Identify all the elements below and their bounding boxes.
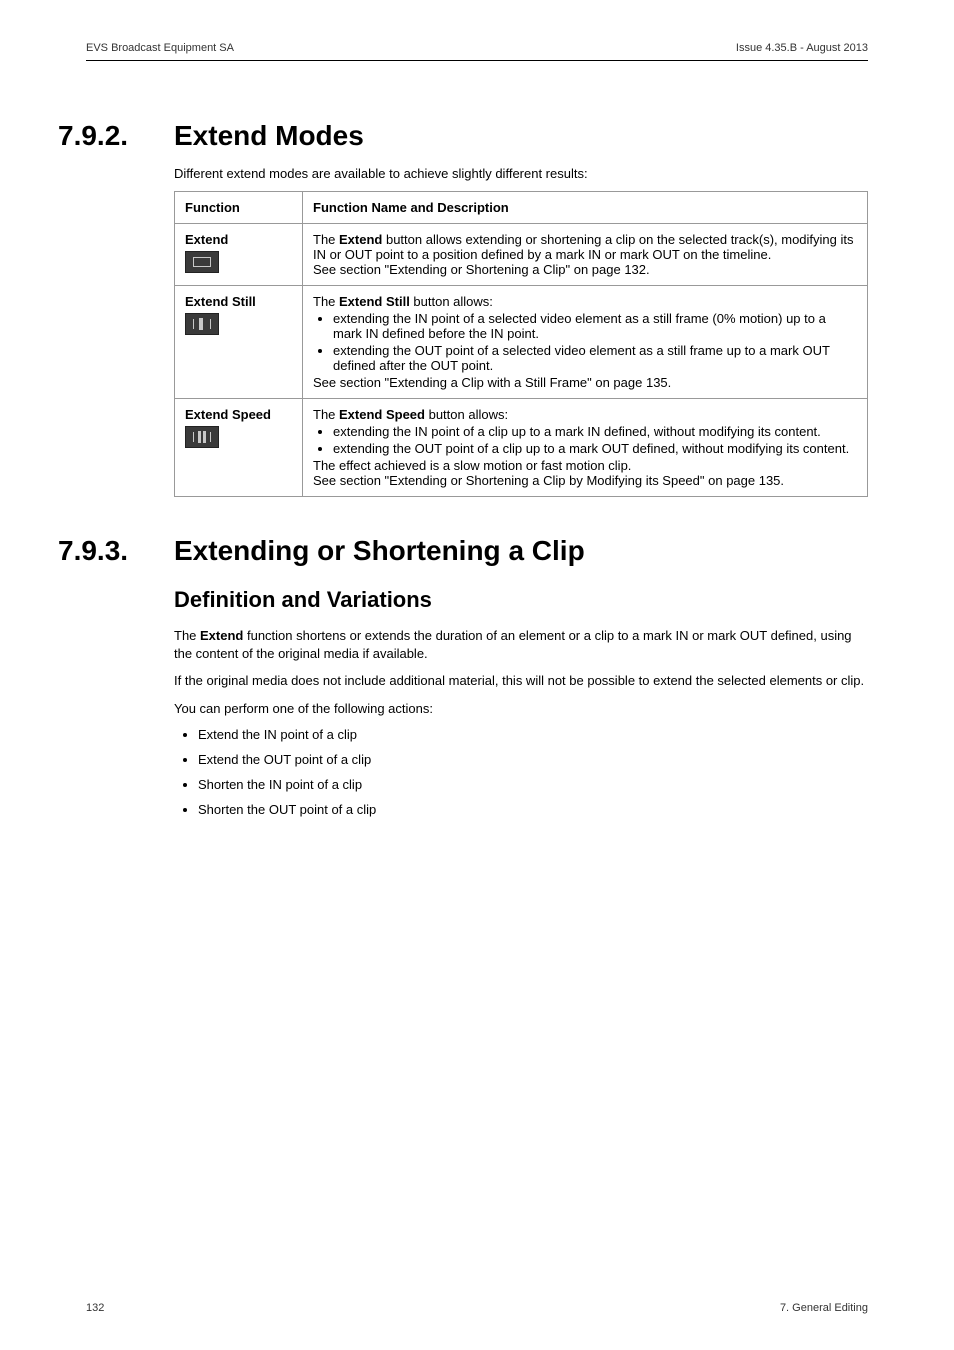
func-label-extend-still: Extend Still — [185, 294, 292, 309]
section-number: 7.9.3. — [58, 535, 174, 567]
footer-chapter: 7. General Editing — [780, 1302, 868, 1314]
paragraph: You can perform one of the following act… — [174, 700, 868, 718]
actions-list: Extend the IN point of a clip Extend the… — [174, 727, 868, 817]
th-description: Function Name and Description — [303, 192, 868, 224]
list-item: extending the IN point of a selected vid… — [333, 311, 857, 341]
func-desc-extend-still: The Extend Still button allows: extendin… — [303, 286, 868, 399]
table-row: Extend Speed The Extend Speed button all… — [175, 399, 868, 497]
header-rule — [86, 60, 868, 61]
functions-table: Function Function Name and Description E… — [174, 191, 868, 497]
page-footer: 132 7. General Editing — [86, 1302, 868, 1314]
table-header-row: Function Function Name and Description — [175, 192, 868, 224]
list-item: extending the OUT point of a selected vi… — [333, 343, 857, 373]
table-row: Extend The Extend button allows extendin… — [175, 224, 868, 286]
page-header: EVS Broadcast Equipment SA Issue 4.35.B … — [86, 42, 868, 54]
header-left: EVS Broadcast Equipment SA — [86, 42, 234, 54]
header-right: Issue 4.35.B - August 2013 — [736, 42, 868, 54]
table-row: Extend Still The Extend Still button all… — [175, 286, 868, 399]
page-number: 132 — [86, 1302, 104, 1314]
section-intro: Different extend modes are available to … — [174, 166, 868, 181]
paragraph: The Extend function shortens or extends … — [174, 627, 868, 662]
paragraph: If the original media does not include a… — [174, 672, 868, 690]
list-item: extending the IN point of a clip up to a… — [333, 424, 857, 439]
section-title: Extending or Shortening a Clip — [174, 535, 585, 567]
section-title: Extend Modes — [174, 120, 364, 152]
extend-speed-icon — [185, 426, 219, 448]
list-item: Shorten the OUT point of a clip — [198, 802, 868, 817]
section-heading-extending-shortening: 7.9.3. Extending or Shortening a Clip — [86, 535, 868, 567]
func-label-extend-speed: Extend Speed — [185, 407, 292, 422]
extend-icon — [185, 251, 219, 273]
func-desc-extend-speed: The Extend Speed button allows: extendin… — [303, 399, 868, 497]
extend-still-icon — [185, 313, 219, 335]
list-item: Extend the OUT point of a clip — [198, 752, 868, 767]
subheading-definition: Definition and Variations — [174, 587, 868, 613]
func-desc-extend: The Extend button allows extending or sh… — [303, 224, 868, 286]
section-heading-extend-modes: 7.9.2. Extend Modes — [86, 120, 868, 152]
list-item: extending the OUT point of a clip up to … — [333, 441, 857, 456]
list-item: Shorten the IN point of a clip — [198, 777, 868, 792]
th-function: Function — [175, 192, 303, 224]
func-label-extend: Extend — [185, 232, 292, 247]
section-number: 7.9.2. — [58, 120, 174, 152]
list-item: Extend the IN point of a clip — [198, 727, 868, 742]
